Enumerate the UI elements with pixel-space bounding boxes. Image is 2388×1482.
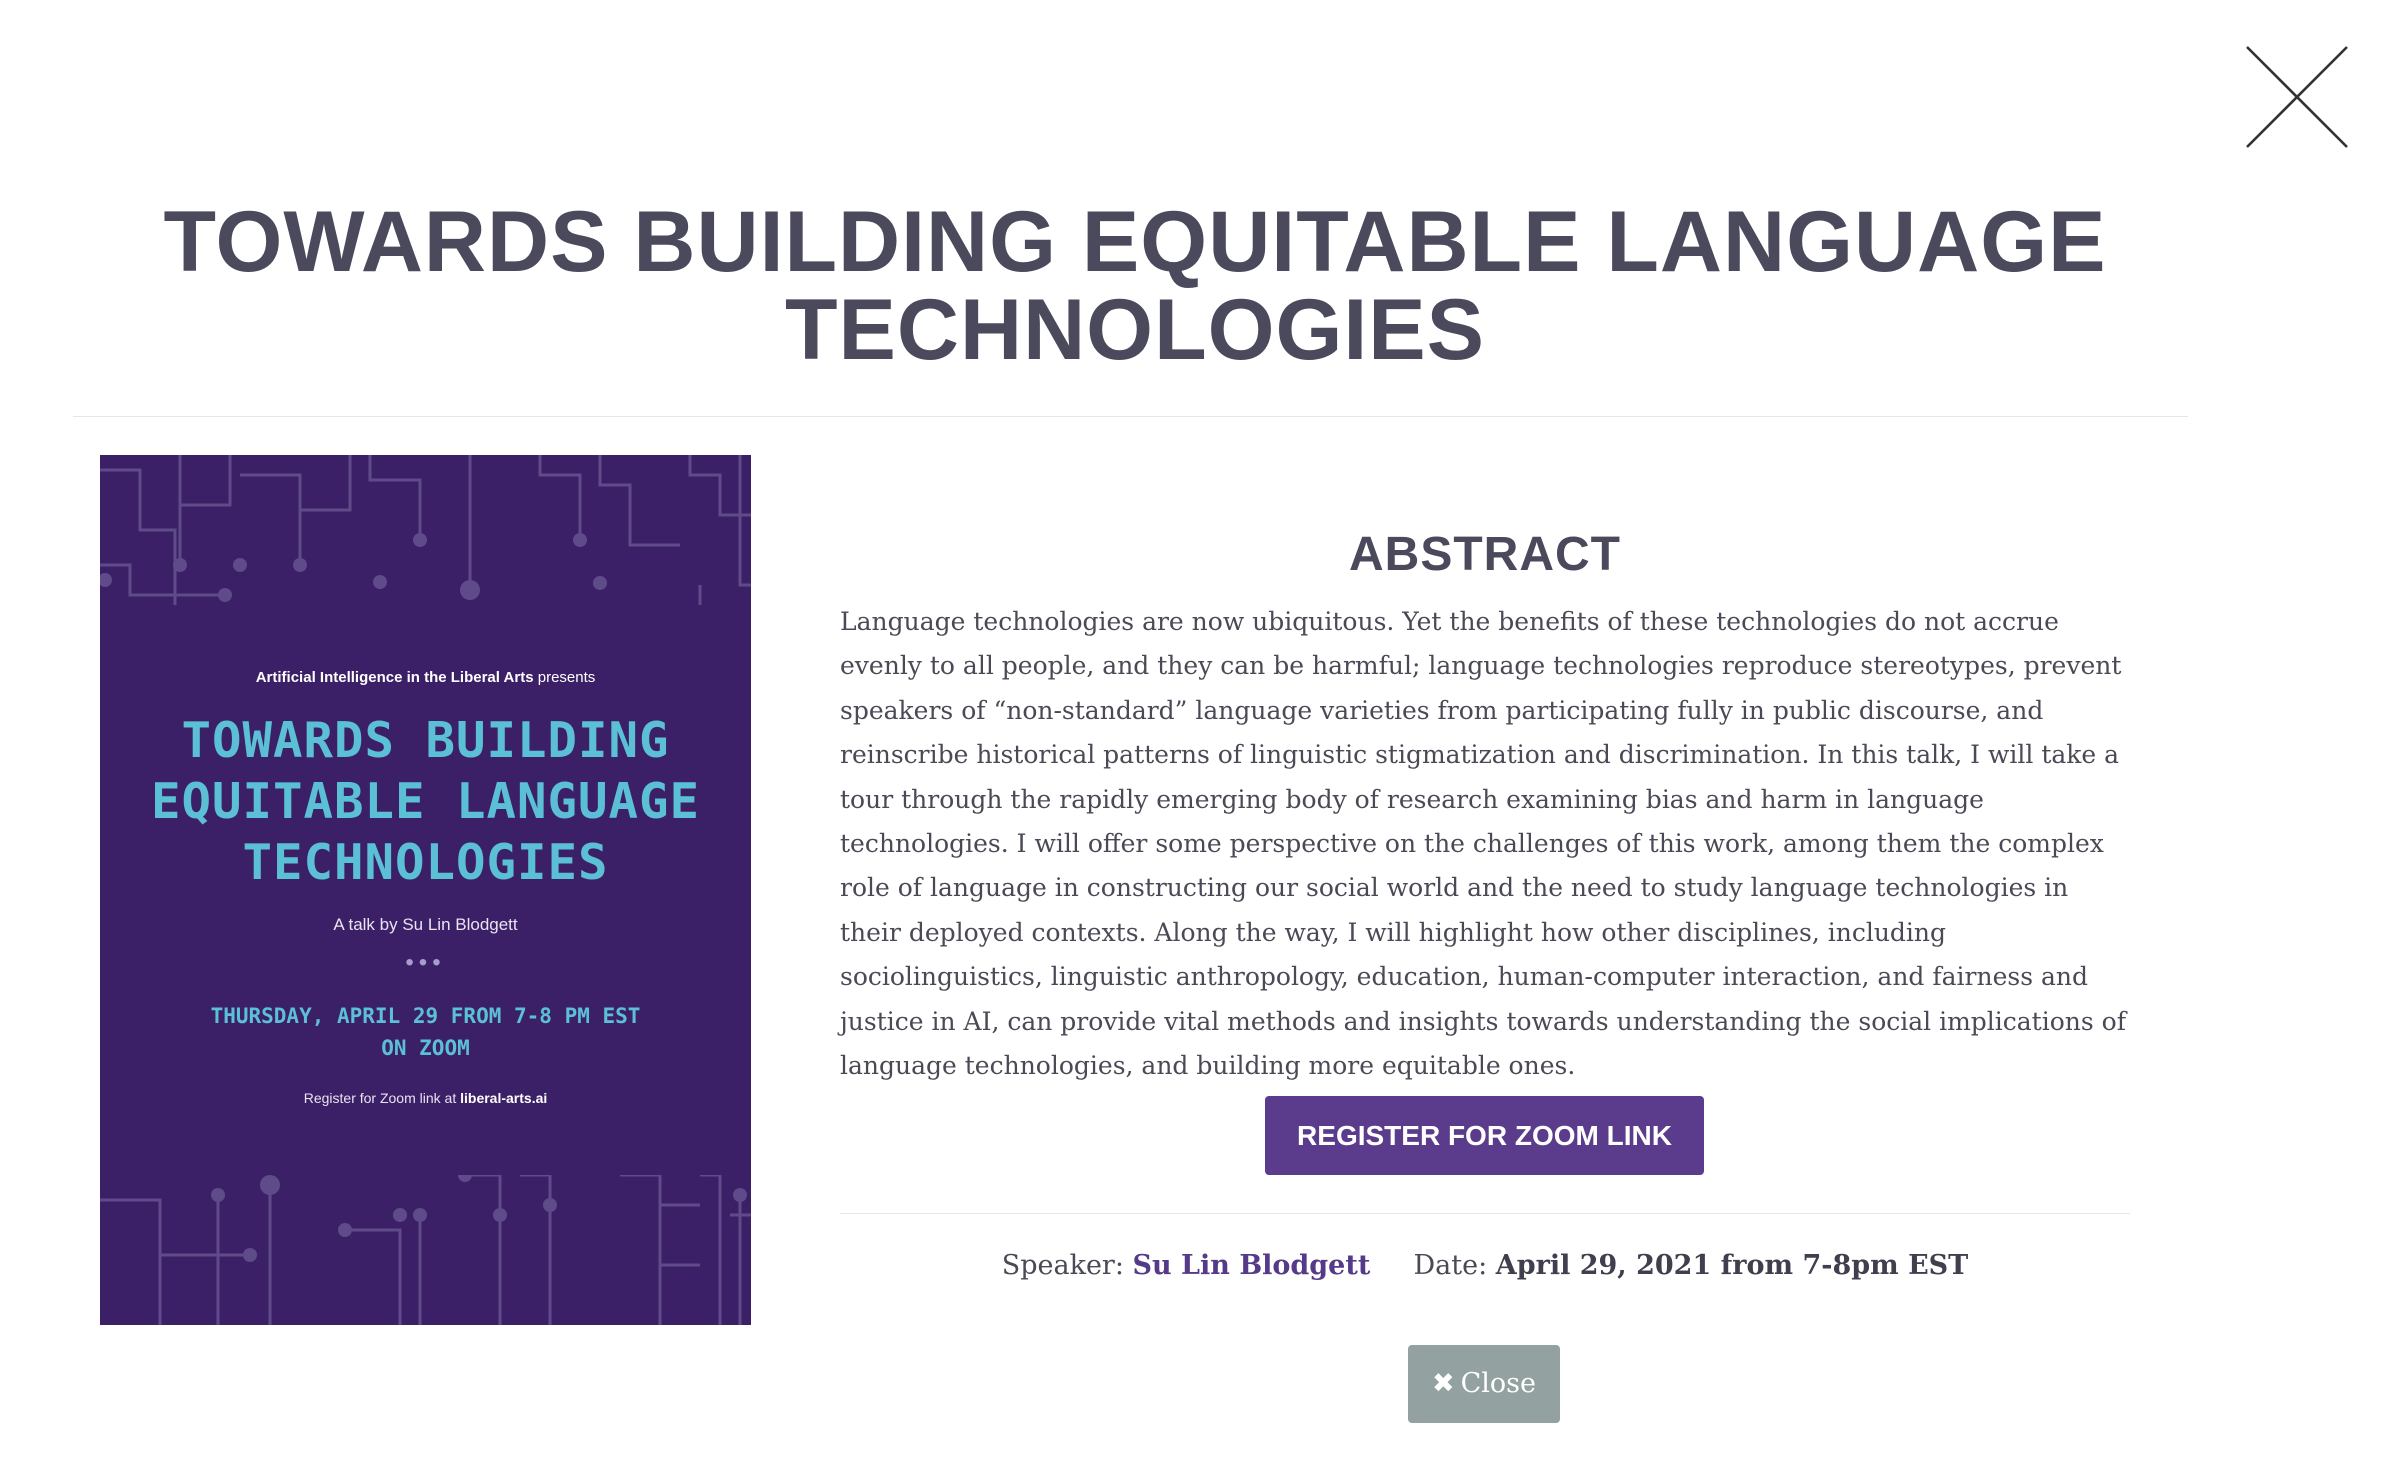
circuit-pattern-top bbox=[100, 455, 751, 605]
speaker-link[interactable]: Su Lin Blodgett bbox=[1133, 1250, 1371, 1281]
speaker-label: Speaker: bbox=[1001, 1250, 1124, 1281]
circuit-pattern-bottom bbox=[100, 1175, 751, 1325]
date-label: Date: bbox=[1413, 1250, 1488, 1281]
poster-date-time: THURSDAY, APRIL 29 FROM 7-8 PM EST ON ZO… bbox=[210, 1004, 641, 1060]
title-divider bbox=[73, 416, 2188, 417]
meta-divider bbox=[840, 1213, 2130, 1214]
close-modal-icon[interactable] bbox=[2245, 45, 2349, 149]
close-button-label: Close bbox=[1460, 1368, 1536, 1399]
event-meta: Speaker: Su Lin Blodgett Date: April 29,… bbox=[840, 1250, 2130, 1281]
abstract-heading: ABSTRACT bbox=[1349, 528, 1621, 581]
poster-presenter: Artificial Intelligence in the Liberal A… bbox=[255, 669, 596, 686]
modal-title: TOWARDS BUILDING EQUITABLE LANGUAGE TECH… bbox=[163, 194, 2107, 378]
poster-byline: A talk by Su Lin Blodgett bbox=[333, 915, 518, 934]
close-x-icon bbox=[2246, 46, 2348, 148]
event-poster: Artificial Intelligence in the Liberal A… bbox=[100, 455, 751, 1325]
abstract-text: Language technologies are now ubiquitous… bbox=[840, 607, 2126, 1081]
close-button[interactable]: ✖ Close bbox=[1408, 1345, 1560, 1423]
poster-register-note: Register for Zoom link at liberal-arts.a… bbox=[303, 1090, 548, 1106]
poster-title: TOWARDS BUILDING EQUITABLE LANGUAGE TECH… bbox=[150, 712, 700, 891]
poster-dots: ••• bbox=[405, 949, 446, 976]
register-zoom-button[interactable]: REGISTER FOR ZOOM LINK bbox=[1265, 1096, 1704, 1175]
times-icon: ✖ bbox=[1431, 1368, 1455, 1399]
date-value: April 29, 2021 from 7-8pm EST bbox=[1495, 1250, 1969, 1281]
